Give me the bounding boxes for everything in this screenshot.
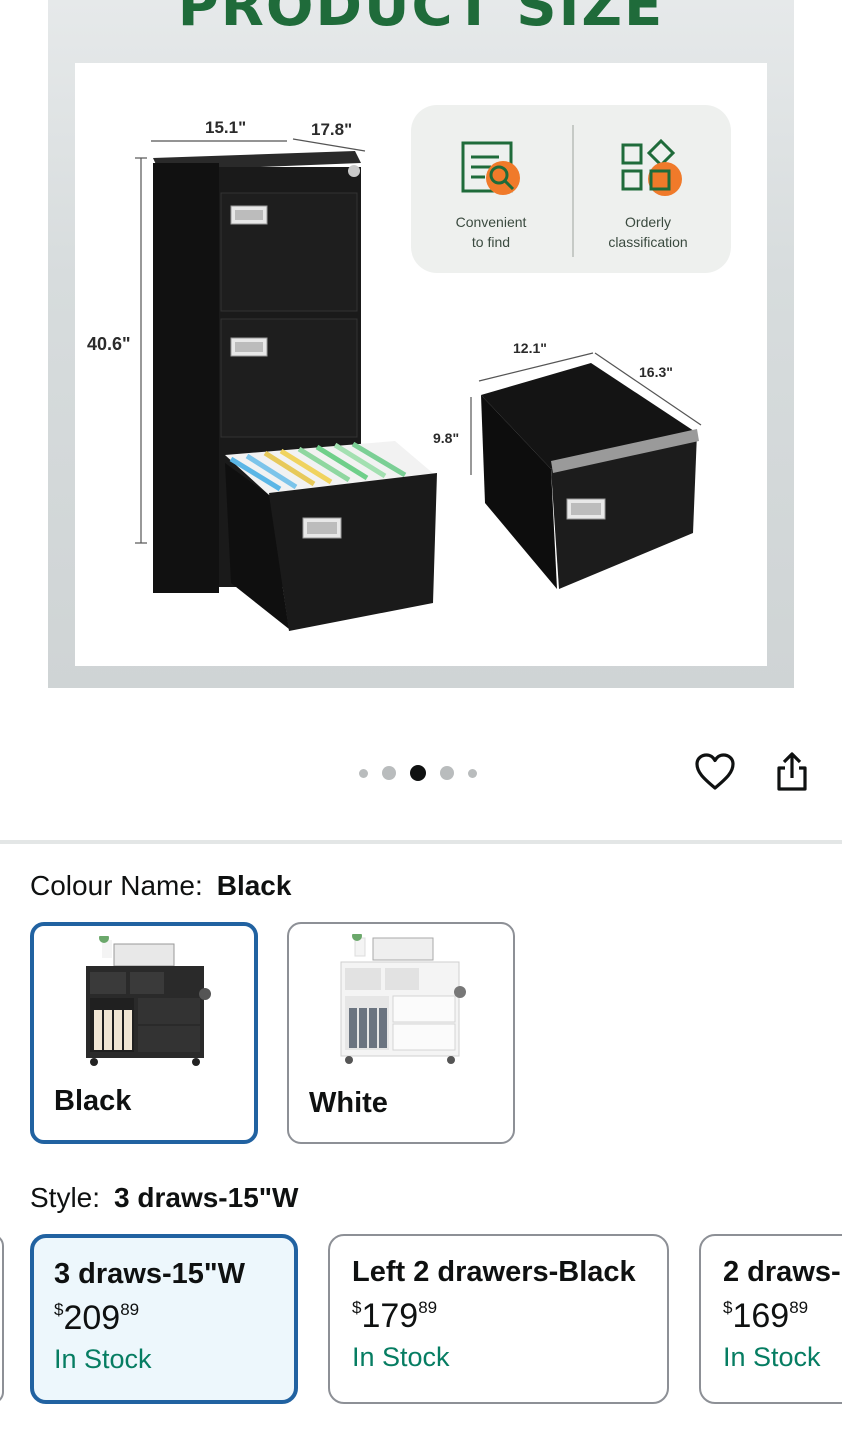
colour-option-white[interactable]: White (287, 922, 515, 1144)
style-value: 3 draws-15"W (114, 1182, 299, 1213)
feature-1-line1: Convenient (456, 214, 527, 230)
style-option-price: $20989 (54, 1299, 274, 1338)
carousel-dot-5[interactable] (468, 768, 477, 778)
style-option-price: $16989 (723, 1297, 837, 1336)
hero-card: 15.1" 17.8" 40.6" Convenient to find Ord… (75, 63, 767, 666)
price-whole: 209 (63, 1299, 121, 1337)
carousel-dot-1[interactable] (359, 768, 368, 778)
section-divider (0, 840, 842, 844)
carousel-dot-4[interactable] (440, 766, 454, 780)
colour-option-label: Black (54, 1085, 132, 1117)
style-option-price: $17989 (352, 1297, 647, 1336)
price-fraction: 89 (120, 1300, 140, 1319)
colour-name-row: Colour Name: Black (30, 870, 291, 902)
price-fraction: 89 (418, 1298, 438, 1317)
carousel-dots (352, 763, 484, 783)
drawer-depth-label: 16.3" (639, 364, 673, 380)
heart-icon (695, 753, 735, 790)
stock-status: In Stock (54, 1344, 152, 1374)
style-option-name: 2 draws- (723, 1256, 841, 1288)
style-label: Style: (30, 1182, 101, 1213)
carousel-dot-3-active[interactable] (410, 765, 426, 781)
colour-name-label: Colour Name: (30, 870, 203, 901)
cabinet-illustration: 15.1" 17.8" 40.6" Convenient to find Ord… (87, 105, 731, 631)
stock-status: In Stock (723, 1342, 821, 1372)
style-row: Style: 3 draws-15"W (30, 1182, 298, 1214)
product-image[interactable]: PRODUCT SIZE 15.1" 17.8" 40.6" Convenien… (48, 0, 794, 688)
hero-title: PRODUCT SIZE (177, 0, 665, 39)
colour-option-label: White (309, 1087, 388, 1119)
style-option-name: Left 2 drawers-Black (352, 1256, 636, 1288)
style-option-3-draws[interactable]: 3 draws-15"W $20989 In Stock (30, 1234, 298, 1404)
stock-status: In Stock (352, 1342, 450, 1372)
drawer-width-label: 12.1" (513, 340, 547, 356)
carousel-dot-2[interactable] (382, 766, 396, 780)
feature-1-line2: to find (472, 234, 510, 250)
colour-name-value: Black (216, 870, 292, 901)
price-whole: 179 (361, 1297, 419, 1335)
price-fraction: 89 (789, 1298, 809, 1317)
share-icon (777, 752, 807, 791)
style-option-left-2-drawers[interactable]: Left 2 drawers-Black $17989 In Stock (328, 1234, 669, 1404)
cabinet-height-label: 40.6" (87, 334, 131, 354)
black-cabinet-thumbnail (86, 936, 211, 1066)
favorite-button[interactable] (693, 750, 737, 794)
price-whole: 169 (732, 1297, 790, 1335)
drawer-height-label: 9.8" (433, 430, 459, 446)
feature-2-line1: Orderly (625, 214, 671, 230)
feature-2-line2: classification (608, 234, 687, 250)
colour-option-black[interactable]: Black (30, 922, 258, 1144)
style-option-previous-partial[interactable] (0, 1234, 4, 1404)
cabinet-depth-label: 17.8" (311, 120, 352, 139)
cabinet-width-label: 15.1" (205, 118, 246, 137)
style-option-2-draws[interactable]: 2 draws- $16989 In Stock (699, 1234, 842, 1404)
style-option-name: 3 draws-15"W (54, 1258, 246, 1290)
white-cabinet-thumbnail (340, 934, 466, 1064)
share-button[interactable] (770, 750, 814, 794)
